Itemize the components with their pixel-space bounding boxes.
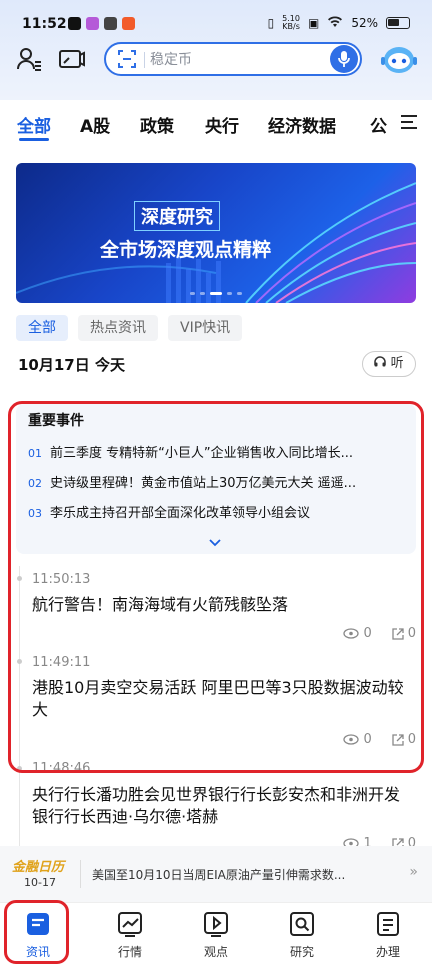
status-time: 11:52 <box>22 16 67 32</box>
nav-label: 观点 <box>203 945 228 959</box>
banner-graphic <box>16 182 416 303</box>
nav-label: 研究 <box>289 945 314 959</box>
market-chart-icon <box>118 912 142 937</box>
nav-opinion[interactable]: 观点 <box>186 911 246 960</box>
nav-research[interactable]: 研究 <box>272 911 332 960</box>
app-notification-icon <box>86 17 99 30</box>
battery-icon <box>386 17 410 29</box>
nav-label: 办理 <box>375 945 400 959</box>
tab-economic-data[interactable]: 经济数据 <box>268 112 336 137</box>
listen-button[interactable]: 听 <box>362 351 416 377</box>
subtab-all[interactable]: 全部 <box>16 315 68 341</box>
mail-app-icon <box>104 17 117 30</box>
net-speed-unit: KB/s <box>282 22 300 31</box>
sub-tabs: 全部 热点资讯 VIP快讯 <box>16 315 243 341</box>
tab-policy[interactable]: 政策 <box>140 112 174 137</box>
calendar-text: 美国至10月10日当周EIA原油产量引伸需求数... <box>92 868 346 882</box>
nav-market[interactable]: 行情 <box>100 911 160 960</box>
document-list-icon <box>377 912 399 936</box>
status-bar: 11:52 ▯ 5.10 KB/s ▣ 52% <box>0 0 432 40</box>
nfc-icon: ▣ <box>307 16 320 30</box>
listen-label: 听 <box>390 356 404 371</box>
calendar-date: 10-17 <box>24 876 56 889</box>
wifi-icon <box>327 15 343 31</box>
net-speed: 5.10 KB/s <box>282 15 300 31</box>
category-tabs: 全部 A股 政策 央行 经济数据 公 <box>0 100 432 146</box>
subtab-vip-flash[interactable]: VIP快讯 <box>168 315 243 341</box>
nav-label: 行情 <box>117 945 142 959</box>
active-tab-indicator <box>19 138 49 141</box>
tab-a-shares[interactable]: A股 <box>80 112 110 137</box>
shopping-app-icon <box>122 17 135 30</box>
play-video-icon <box>204 912 228 937</box>
battery-percent: 52% <box>351 16 378 30</box>
subtab-hot-news[interactable]: 热点资讯 <box>78 315 158 341</box>
headphones-icon <box>374 356 387 367</box>
date-label: 10月17日 今天 <box>18 356 125 374</box>
calendar-divider <box>80 860 81 888</box>
tab-partial[interactable]: 公 <box>370 112 387 137</box>
tab-all[interactable]: 全部 <box>17 112 51 137</box>
tab-central-bank[interactable]: 央行 <box>205 112 239 137</box>
user-menu-icon[interactable] <box>16 46 42 72</box>
message-icon[interactable] <box>58 46 86 72</box>
vibrate-icon: ▯ <box>267 16 275 30</box>
banner-subtitle: 全市场深度观点精粹 <box>100 239 272 261</box>
search-divider <box>144 52 145 68</box>
highlight-frame-nav <box>4 900 69 964</box>
banner-tag: 深度研究 <box>134 201 220 231</box>
research-search-icon <box>290 912 314 936</box>
double-chevron-right-icon[interactable]: » <box>409 864 418 880</box>
search-bar[interactable] <box>104 42 362 76</box>
microphone-icon[interactable] <box>330 45 358 73</box>
banner-carousel[interactable]: 深度研究 全市场深度观点精粹 <box>16 163 416 303</box>
highlight-frame-news <box>8 401 424 773</box>
nav-service[interactable]: 办理 <box>358 911 418 960</box>
search-input[interactable] <box>150 50 310 70</box>
carousel-dots <box>16 292 416 295</box>
news-title[interactable]: 央行行长潘功胜会见世界银行行长彭安杰和非洲开发银行行长西迪·乌尔德·塔赫 <box>32 784 414 828</box>
tab-menu-icon[interactable] <box>400 114 418 134</box>
tiktok-app-icon <box>68 17 81 30</box>
scan-icon[interactable] <box>118 50 136 68</box>
financial-calendar-bar[interactable]: 金融日历 10-17 美国至10月10日当周EIA原油产量引伸需求数... » <box>0 846 432 902</box>
top-toolbar <box>0 40 432 82</box>
calendar-logo: 金融日历 <box>12 860 65 875</box>
assistant-robot-icon[interactable] <box>380 40 418 78</box>
